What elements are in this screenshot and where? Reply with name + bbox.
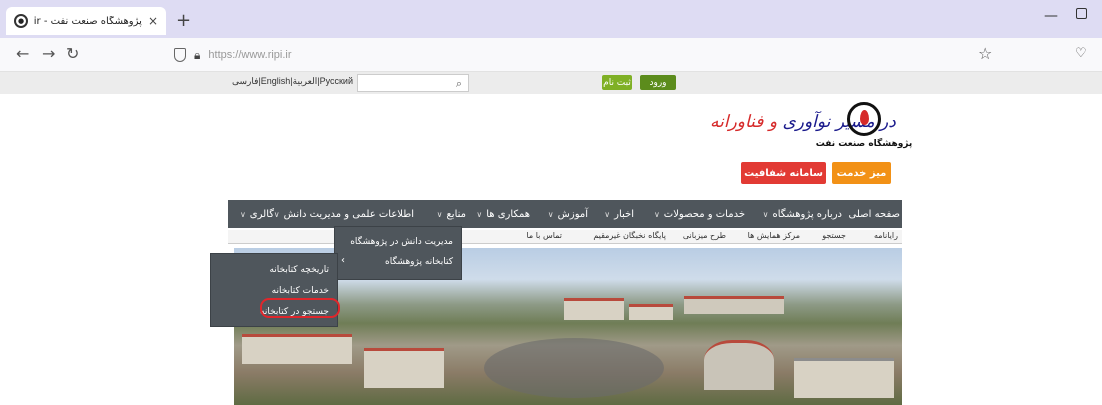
pocket-icon[interactable]: ♡ xyxy=(1075,46,1087,61)
main-menu: صفحه اصلی ∨ درباره پژوهشگاه ∨ خدمات و محصو… xyxy=(228,200,902,228)
chevron-down-icon: ∨ xyxy=(653,209,660,219)
chevron-down-icon: ∨ xyxy=(547,209,554,219)
quick-link-conference[interactable]: مرکز همایش ها xyxy=(748,231,800,240)
chevron-down-icon: ∨ xyxy=(239,209,246,219)
browser-tab[interactable]: ● پژوهشگاه صنعت نفت - ripi.ir × xyxy=(6,7,166,35)
lock-icon[interactable]: 🔒︎ xyxy=(194,48,200,63)
quick-link-hosting[interactable]: طرح میزبانی xyxy=(683,231,726,240)
site-search-input[interactable]: ⌕ xyxy=(357,74,469,92)
forward-icon[interactable]: → xyxy=(42,44,55,63)
quick-link-email[interactable]: رایانامه xyxy=(874,231,898,240)
reload-icon[interactable]: ↻ xyxy=(66,44,79,63)
menu-item-library[interactable]: کتابخانه پژوهشگاه xyxy=(385,257,453,267)
chevron-down-icon: ∨ xyxy=(604,209,611,219)
chevron-down-icon: ∨ xyxy=(436,209,443,219)
menu-item-about[interactable]: ∨ درباره پژوهشگاه xyxy=(763,200,842,228)
menu-item-news[interactable]: ∨ اخبار xyxy=(604,200,634,228)
window-maximize-icon[interactable] xyxy=(1076,8,1087,19)
url-text[interactable]: https://www.ripi.ir xyxy=(208,49,291,61)
chevron-left-icon: ‹ xyxy=(341,255,345,266)
menu-item-resources[interactable]: ∨ منابع xyxy=(437,200,466,228)
browser-tab-bar: ● پژوهشگاه صنعت نفت - ripi.ir × + — xyxy=(0,0,1102,38)
chevron-down-icon: ∨ xyxy=(273,209,280,219)
shield-icon[interactable] xyxy=(174,48,186,62)
menu-item-home[interactable]: صفحه اصلی xyxy=(849,200,900,228)
menu-item-library-services[interactable]: خدمات کتابخانه xyxy=(272,286,329,296)
menu-item-education[interactable]: ∨ آموزش xyxy=(548,200,588,228)
menu-item-library-history[interactable]: تاریخچه کتابخانه xyxy=(269,265,329,275)
service-desk-button[interactable]: میز خدمت xyxy=(832,162,891,184)
knowledge-dropdown-menu: مدیریت دانش در پژوهشگاه کتابخانه پژوهشگا… xyxy=(334,226,462,280)
top-strip: فارسی|English|العربية|Русский ⌕ ثبت نام … xyxy=(0,72,1102,94)
menu-item-cooperation[interactable]: ∨ همکاری ها xyxy=(476,200,530,228)
slogan-b: و فناورانه xyxy=(710,112,783,132)
highlight-circle xyxy=(260,298,340,318)
quick-links-bar: رایانامه جستجو مرکز همایش ها طرح میزبانی… xyxy=(228,230,902,244)
quick-link-contact[interactable]: تماس با ما xyxy=(526,231,562,240)
oil-drop-icon xyxy=(847,102,881,136)
menu-item-gallery[interactable]: ∨ گالری xyxy=(240,200,274,228)
transparency-system-button[interactable]: سامانه شفافیت xyxy=(741,162,826,184)
back-icon[interactable]: ← xyxy=(16,44,29,63)
register-button[interactable]: ثبت نام xyxy=(602,75,632,90)
search-icon[interactable]: ⌕ xyxy=(456,77,462,91)
web-page: فارسی|English|العربية|Русский ⌕ ثبت نام … xyxy=(0,72,1102,405)
ripi-favicon-icon: ● xyxy=(14,14,28,28)
ripi-logo[interactable]: پژوهشگاه صنعت نفت xyxy=(816,102,912,149)
quick-link-elites[interactable]: پایگاه نخبگان غیرمقیم xyxy=(593,231,666,240)
menu-item-services[interactable]: ∨ خدمات و محصولات xyxy=(654,200,745,228)
star-icon[interactable]: ☆ xyxy=(978,44,992,63)
login-button[interactable]: ورود xyxy=(640,75,676,90)
quick-link-search[interactable]: جستجو xyxy=(822,231,846,240)
menu-item-knowledge[interactable]: ∨ اطلاعات علمی و مدیریت دانش xyxy=(274,200,414,228)
menu-item-knowledge-management[interactable]: مدیریت دانش در پژوهشگاه xyxy=(350,237,453,247)
org-name: پژوهشگاه صنعت نفت xyxy=(815,139,913,149)
address-bar[interactable]: 🔒︎ https://www.ripi.ir xyxy=(168,43,1000,67)
browser-toolbar: ← → ↻ 🔒︎ https://www.ripi.ir ☆ ♡ xyxy=(0,38,1102,72)
chevron-down-icon: ∨ xyxy=(476,209,483,219)
new-tab-button[interactable]: + xyxy=(176,10,191,31)
language-links[interactable]: فارسی|English|العربية|Русский xyxy=(232,76,353,87)
tab-title: پژوهشگاه صنعت نفت - ripi.ir xyxy=(34,15,142,27)
tab-close-icon[interactable]: × xyxy=(148,14,158,28)
window-minimize-icon[interactable]: — xyxy=(1044,8,1058,24)
chevron-down-icon: ∨ xyxy=(762,209,769,219)
